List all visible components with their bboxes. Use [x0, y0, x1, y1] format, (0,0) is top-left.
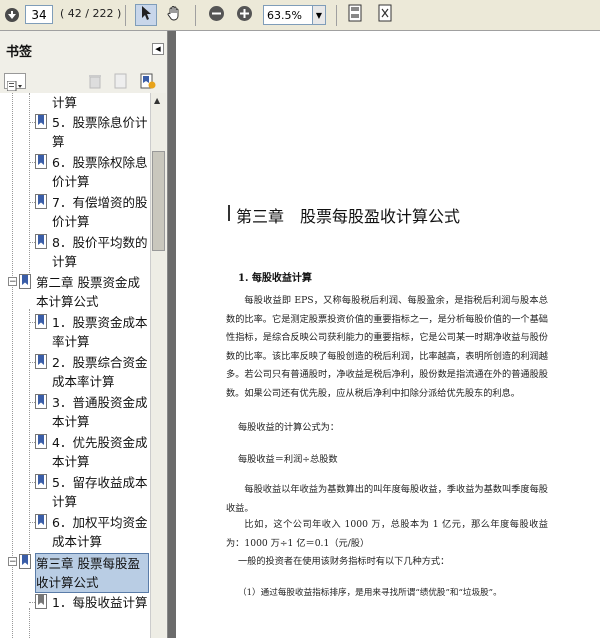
bookmarks-toolbar: [0, 69, 168, 93]
panel-title: 书签: [6, 45, 33, 60]
chevron-down-icon: ▼: [315, 10, 323, 20]
bookmark-item[interactable]: 第二章 股票资金成本计算公式: [36, 273, 148, 311]
plus-icon: [236, 5, 253, 26]
next-page-arrow-icon[interactable]: [2, 4, 22, 26]
bookmark-icon: [35, 194, 47, 209]
bookmark-icon: [35, 434, 47, 449]
paragraph: 一般的投资者在使用该财务指标时有以下几种方式：: [238, 556, 450, 567]
page-count: ( 42 / 222 ): [60, 7, 122, 20]
toolbar-separator: [125, 5, 126, 26]
chapter-title: 第三章 股票每股盈收计算公式: [236, 207, 461, 226]
bookmark-icon: [19, 274, 31, 289]
bookmark-icon: [35, 394, 47, 409]
bookmark-item[interactable]: 7．有偿增资的股价计算: [52, 193, 148, 231]
bookmark-icon: [35, 514, 47, 529]
toolbar-separator: [336, 5, 337, 26]
fit-page-icon: [377, 4, 393, 26]
page-edge: [168, 31, 176, 638]
page-view-icon: [347, 4, 363, 26]
paragraph: 每股收益以年收益为基数算出的叫年度每股收益，季收益为基数叫季度每股收益。: [226, 484, 548, 514]
scrollbar-thumb[interactable]: [152, 151, 165, 251]
bookmark-item[interactable]: 3．普通股资金成本计算: [52, 393, 148, 431]
paragraph: 每股收益的计算公式为：: [238, 422, 340, 433]
hand-tool-button[interactable]: [163, 4, 185, 26]
zoom-out-button[interactable]: [205, 4, 227, 26]
bookmark-star-icon: [140, 73, 156, 93]
bookmark-item[interactable]: 8．股价平均数的计算: [52, 233, 148, 271]
document-page: 第三章 股票每股盈收计算公式 1. 每股收益计算 每股收益即 EPS，又称每股税…: [176, 31, 600, 638]
bookmark-item[interactable]: 计算: [52, 93, 77, 112]
new-bookmark-icon: [114, 73, 128, 93]
bookmark-item[interactable]: 5．股票除息价计算: [52, 113, 148, 151]
bookmark-item[interactable]: 6．加权平均资金成本计算: [52, 513, 148, 551]
new-bookmark-button[interactable]: [114, 73, 128, 93]
bookmark-item[interactable]: 5．留存收益成本计算: [52, 473, 148, 511]
fit-page-button[interactable]: [374, 4, 396, 26]
cursor-arrow-icon: [139, 5, 153, 25]
bookmark-item[interactable]: 2．股票综合资金成本率计算: [52, 353, 148, 391]
bookmark-item[interactable]: 6．股票除权除息价计算: [52, 153, 148, 191]
bookmarks-panel: 书签 ◀ 计算 5．股票除息价计算 6．股票除权除息价计算 7．有偿增资的股价计…: [0, 31, 168, 638]
tree-guide: [29, 93, 30, 273]
chapter-marker: [228, 205, 230, 221]
zoom-in-button[interactable]: [233, 4, 255, 26]
bookmarks-tree: 计算 5．股票除息价计算 6．股票除权除息价计算 7．有偿增资的股价计算 8．股…: [0, 93, 150, 638]
page-number-input[interactable]: [25, 5, 53, 24]
collapse-toggle[interactable]: −: [8, 557, 17, 567]
tree-guide: [29, 309, 30, 569]
tree-guide: [29, 608, 30, 638]
bookmark-icon: [35, 114, 47, 129]
bookmark-icon: [35, 354, 47, 369]
collapse-toggle[interactable]: −: [8, 277, 17, 287]
paragraph: 比如，这个公司年收入 1000 万，总股本为 1 亿元，那么年度每股收益为：10…: [226, 519, 548, 549]
chevron-left-icon: ◀: [155, 45, 161, 53]
select-tool-button[interactable]: [135, 4, 157, 26]
section-title: 1. 每股收益计算: [238, 273, 312, 284]
bookmarks-scrollbar[interactable]: ▲: [150, 93, 166, 638]
toolbar-separator: [195, 5, 196, 26]
zoom-level-input[interactable]: [263, 5, 313, 25]
bookmark-icon: [35, 314, 47, 329]
bookmark-icon: [35, 474, 47, 489]
collapse-panel-button[interactable]: ◀: [152, 43, 164, 55]
bookmark-item[interactable]: 1．每股收益计算: [52, 593, 148, 612]
options-menu-button[interactable]: [4, 73, 26, 92]
bookmark-icon: [35, 154, 47, 169]
paragraph: （1）通过每股收益指标排序，是用来寻找所谓“绩优股”和“垃圾股”。: [238, 588, 502, 598]
bookmark-item[interactable]: 4．优先股资金成本计算: [52, 433, 148, 471]
hand-icon: [166, 5, 182, 25]
bookmark-item-selected[interactable]: 第三章 股票每股盈收计算公式: [35, 553, 149, 593]
bookmark-icon: [19, 554, 31, 569]
minus-icon: [208, 5, 225, 26]
trash-icon: [88, 74, 102, 93]
single-page-view-button[interactable]: [344, 4, 366, 26]
paragraph: 每股收益即 EPS，又称每股税后利润、每股盈余，是指税后利润与股本总数的比率。它…: [226, 295, 548, 399]
formula: 每股收益＝利润÷总股数: [238, 454, 338, 465]
bookmark-icon: [35, 234, 47, 249]
toolbar: ( 42 / 222 ) ▼: [0, 0, 600, 31]
bookmark-icon: [35, 594, 47, 609]
delete-bookmark-button[interactable]: [88, 73, 102, 93]
bookmark-properties-button[interactable]: [140, 73, 156, 93]
bookmark-item[interactable]: 1．股票资金成本率计算: [52, 313, 148, 351]
zoom-dropdown-button[interactable]: ▼: [312, 5, 326, 25]
scroll-up-icon[interactable]: ▲: [154, 96, 160, 105]
